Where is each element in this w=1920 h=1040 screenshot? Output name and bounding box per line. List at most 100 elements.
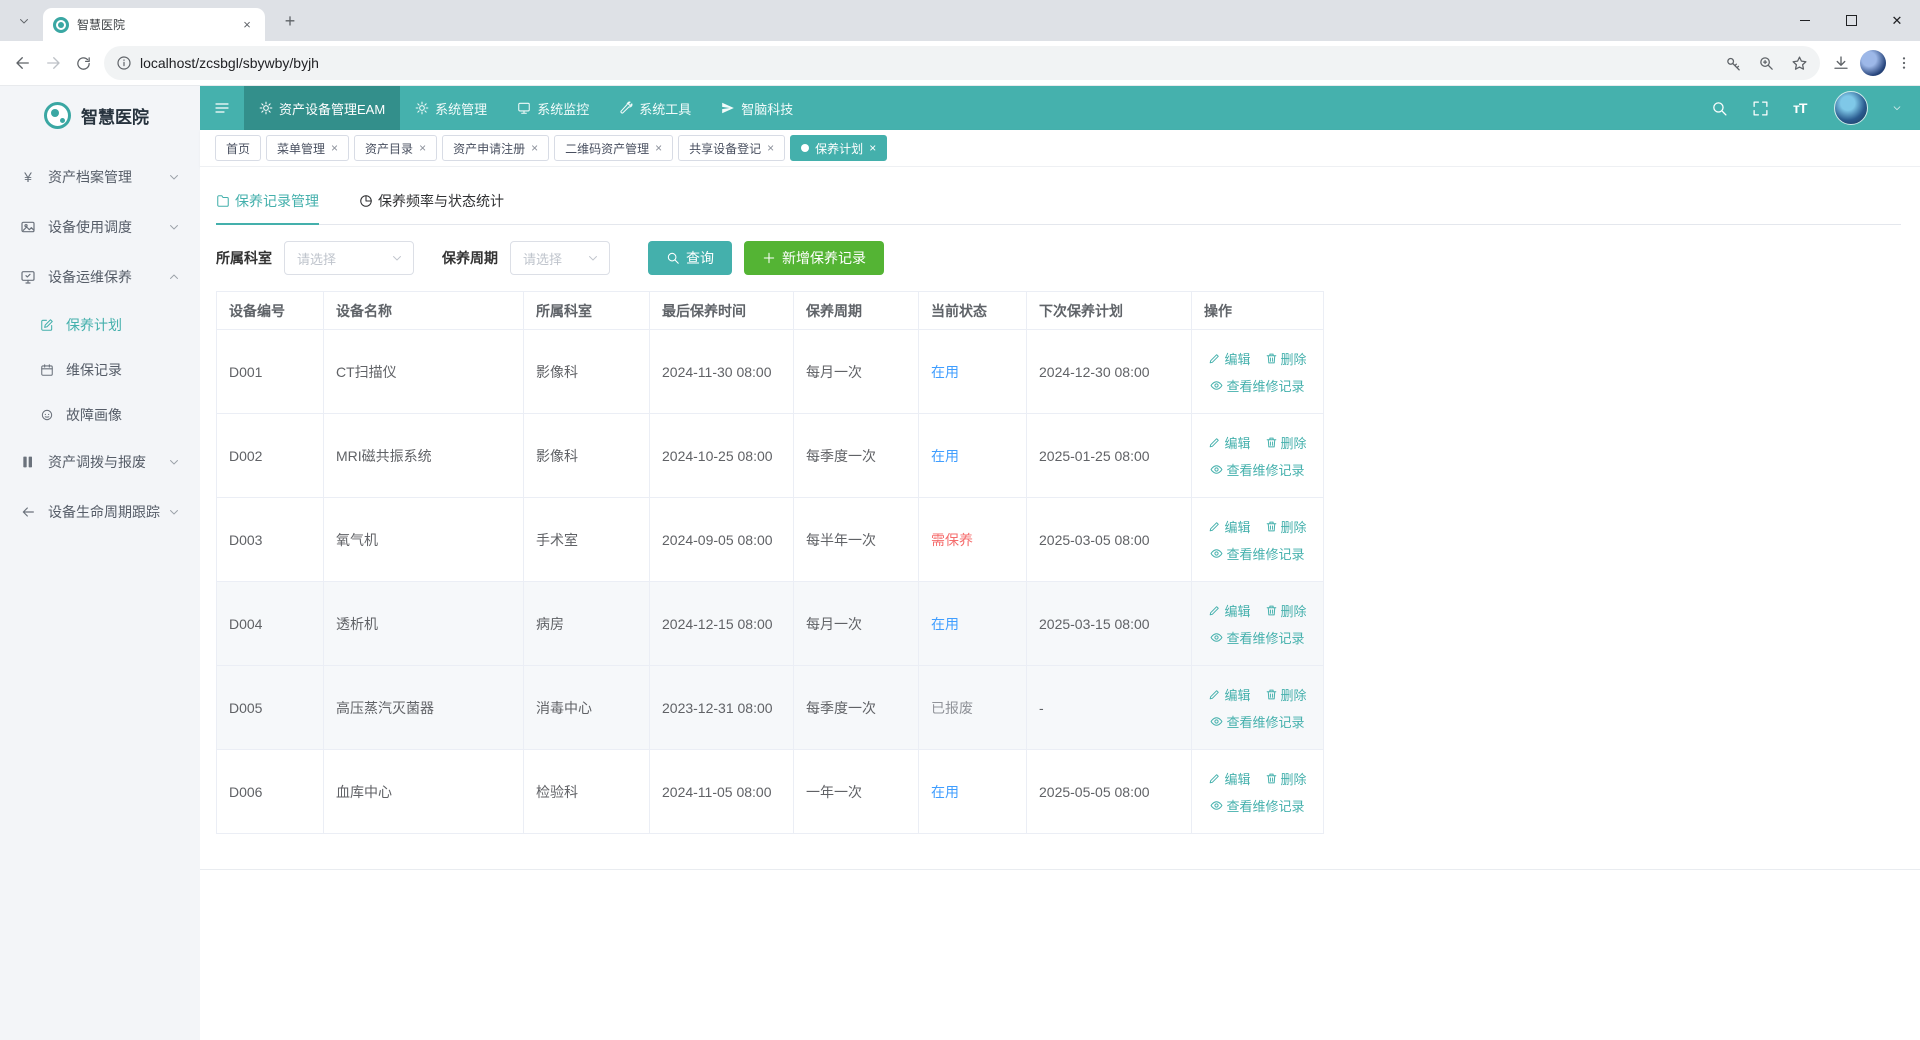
back-button[interactable] xyxy=(8,46,38,80)
password-key-icon[interactable] xyxy=(1725,55,1742,72)
edit-link[interactable]: 编辑 xyxy=(1208,685,1250,704)
tab-search-button[interactable] xyxy=(10,10,38,32)
yen-icon: ¥ xyxy=(20,169,36,185)
font-size-icon[interactable]: тT xyxy=(1793,100,1810,117)
forward-button[interactable] xyxy=(38,46,68,80)
delete-link[interactable]: 删除 xyxy=(1265,433,1307,452)
delete-link[interactable]: 删除 xyxy=(1265,685,1307,704)
sidebar-item-maintenance-records[interactable]: 维保记录 xyxy=(0,347,200,392)
chevron-down-icon xyxy=(168,456,180,468)
filter-bar: 所属科室 请选择 保养周期 请选择 查询 xyxy=(216,241,1920,275)
hospital-logo-icon xyxy=(44,102,71,129)
close-icon[interactable]: × xyxy=(531,141,538,155)
topnav-item-system-tools[interactable]: 系统工具 xyxy=(604,86,706,130)
zoom-icon[interactable] xyxy=(1758,55,1775,72)
caret-down-icon[interactable] xyxy=(1892,103,1902,113)
add-maintenance-button[interactable]: 新增保养记录 xyxy=(744,241,884,275)
edit-square-icon xyxy=(40,318,54,332)
view-repair-records-link[interactable]: 查看维修记录 xyxy=(1210,628,1304,647)
divider xyxy=(200,869,1920,870)
sidebar-item-lifecycle[interactable]: 设备生命周期跟踪 xyxy=(0,487,200,537)
browser-tab[interactable]: 智慧医院 × xyxy=(43,8,265,41)
pie-icon xyxy=(359,194,373,208)
tab-frequency-stats[interactable]: 保养频率与状态统计 xyxy=(359,191,504,224)
view-repair-records-link[interactable]: 查看维修记录 xyxy=(1210,712,1304,731)
face-icon xyxy=(40,408,54,422)
sidebar-item-device-dispatch[interactable]: 设备使用调度 xyxy=(0,202,200,252)
close-icon[interactable]: × xyxy=(419,141,426,155)
sidebar-item-fault-portrait[interactable]: 故障画像 xyxy=(0,392,200,437)
tag-shared-device[interactable]: 共享设备登记× xyxy=(678,135,785,161)
search-icon[interactable] xyxy=(1711,100,1728,117)
tag-home[interactable]: 首页 xyxy=(215,135,261,161)
sidebar-item-asset-archive[interactable]: ¥ 资产档案管理 xyxy=(0,152,200,202)
tag-asset-apply[interactable]: 资产申请注册× xyxy=(442,135,549,161)
window-close-button[interactable]: ✕ xyxy=(1874,0,1920,41)
tab-maintenance-records[interactable]: 保养记录管理 xyxy=(216,191,319,224)
reload-button[interactable] xyxy=(68,46,98,80)
trash-icon xyxy=(1265,436,1278,449)
sidebar-item-asset-transfer[interactable]: 资产调拨与报废 xyxy=(0,437,200,487)
table-row: D004 透析机 病房 2024-12-15 08:00 每月一次 在用 202… xyxy=(217,582,1324,666)
user-avatar[interactable] xyxy=(1834,91,1868,125)
chevron-down-icon xyxy=(587,252,599,264)
download-icon[interactable] xyxy=(1832,54,1850,72)
bookmark-star-icon[interactable] xyxy=(1791,55,1808,72)
edit-link[interactable]: 编辑 xyxy=(1208,517,1250,536)
query-button[interactable]: 查询 xyxy=(648,241,732,275)
delete-link[interactable]: 删除 xyxy=(1265,601,1307,620)
profile-avatar[interactable] xyxy=(1860,50,1886,76)
device-monitor-icon xyxy=(20,269,36,285)
calendar-icon xyxy=(40,363,54,377)
app-logo: 智慧医院 xyxy=(0,86,200,144)
address-bar[interactable]: localhost/zcsbgl/sbywby/byjh xyxy=(104,46,1820,80)
col-next-plan: 下次保养计划 xyxy=(1027,292,1192,330)
pencil-icon xyxy=(1208,352,1221,365)
window-minimize-button[interactable] xyxy=(1782,0,1828,41)
tag-menu-management[interactable]: 菜单管理× xyxy=(266,135,349,161)
fullscreen-icon[interactable] xyxy=(1752,100,1769,117)
tag-maintenance-plan[interactable]: 保养计划× xyxy=(790,135,887,161)
menu-kebab-icon[interactable] xyxy=(1896,55,1912,71)
cycle-select[interactable]: 请选择 xyxy=(510,241,610,275)
pencil-icon xyxy=(1208,772,1221,785)
view-repair-records-link[interactable]: 查看维修记录 xyxy=(1210,376,1304,395)
edit-link[interactable]: 编辑 xyxy=(1208,349,1250,368)
edit-link[interactable]: 编辑 xyxy=(1208,601,1250,620)
window-maximize-button[interactable] xyxy=(1828,0,1874,41)
col-last-maintenance: 最后保养时间 xyxy=(650,292,794,330)
topnav-item-system-monitor[interactable]: 系统监控 xyxy=(502,86,604,130)
image-icon xyxy=(20,219,36,235)
sidebar-item-maintenance[interactable]: 设备运维保养 xyxy=(0,252,200,302)
collapse-menu-icon[interactable] xyxy=(200,86,244,130)
col-actions: 操作 xyxy=(1192,292,1324,330)
close-icon[interactable]: × xyxy=(869,141,876,155)
view-repair-records-link[interactable]: 查看维修记录 xyxy=(1210,460,1304,479)
view-repair-records-link[interactable]: 查看维修记录 xyxy=(1210,544,1304,563)
sidebar-item-maintenance-plan[interactable]: 保养计划 xyxy=(0,302,200,347)
site-info-icon[interactable] xyxy=(116,55,132,71)
edit-link[interactable]: 编辑 xyxy=(1208,433,1250,452)
table-row: D002 MRI磁共振系统 影像科 2024-10-25 08:00 每季度一次… xyxy=(217,414,1324,498)
tab-close-icon[interactable]: × xyxy=(239,17,255,33)
col-status: 当前状态 xyxy=(919,292,1027,330)
delete-link[interactable]: 删除 xyxy=(1265,517,1307,536)
close-icon[interactable]: × xyxy=(331,141,338,155)
edit-link[interactable]: 编辑 xyxy=(1208,769,1250,788)
eye-icon xyxy=(1210,463,1223,476)
col-device-name: 设备名称 xyxy=(324,292,524,330)
tag-qrcode-asset[interactable]: 二维码资产管理× xyxy=(554,135,673,161)
dept-select[interactable]: 请选择 xyxy=(284,241,414,275)
topnav-item-system-admin[interactable]: 系统管理 xyxy=(400,86,502,130)
view-repair-records-link[interactable]: 查看维修记录 xyxy=(1210,796,1304,815)
tag-asset-catalog[interactable]: 资产目录× xyxy=(354,135,437,161)
delete-link[interactable]: 删除 xyxy=(1265,769,1307,788)
delete-link[interactable]: 删除 xyxy=(1265,349,1307,368)
close-icon[interactable]: × xyxy=(655,141,662,155)
tag-bar: 首页 菜单管理× 资产目录× 资产申请注册× 二维码资产管理× 共享设备登记× … xyxy=(200,130,1920,167)
new-tab-button[interactable]: + xyxy=(278,9,302,33)
topnav-item-eam[interactable]: 资产设备管理EAM xyxy=(244,86,400,130)
topnav-item-zhinao[interactable]: 智脑科技 xyxy=(706,86,808,130)
close-icon[interactable]: × xyxy=(767,141,774,155)
url-text[interactable]: localhost/zcsbgl/sbywby/byjh xyxy=(140,55,1725,71)
